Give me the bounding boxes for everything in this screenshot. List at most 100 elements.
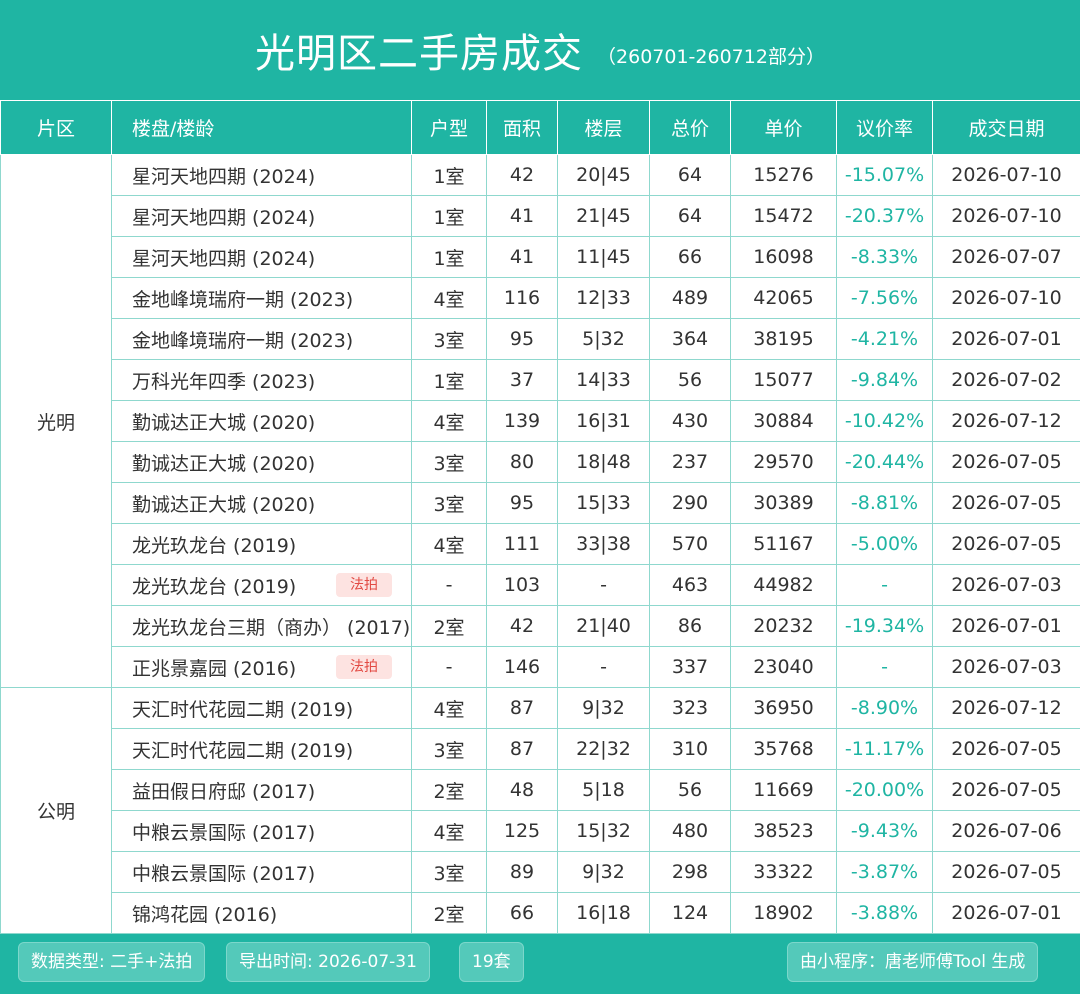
cell-estate: 龙光玖龙台 (2019) 法拍	[111, 564, 412, 606]
cell-area: 103	[486, 564, 558, 606]
column-header-deal-date: 成交日期	[932, 100, 1080, 155]
cell-unit-price: 15276	[730, 154, 837, 196]
cell-bargain-rate: -5.00%	[836, 523, 933, 565]
cell-floor: 9|32	[557, 687, 650, 729]
cell-deal-date: 2026-07-12	[932, 687, 1080, 729]
estate-name: 金地峰境瑞府一期 (2023)	[132, 288, 354, 311]
cell-estate: 龙光玖龙台三期（商办） (2017)	[111, 605, 412, 647]
cell-bargain-rate: -15.07%	[836, 154, 933, 196]
cell-type: 3室	[411, 728, 487, 770]
cell-floor: 14|33	[557, 359, 650, 401]
estate-name: 锦鸿花园 (2016)	[132, 903, 278, 926]
cell-estate: 金地峰境瑞府一期 (2023)	[111, 318, 412, 360]
cell-floor: 33|38	[557, 523, 650, 565]
cell-deal-date: 2026-07-06	[932, 810, 1080, 852]
cell-total-price: 290	[649, 482, 731, 524]
cell-bargain-rate: -9.84%	[836, 359, 933, 401]
cell-area: 42	[486, 605, 558, 647]
cell-bargain-rate: -19.34%	[836, 605, 933, 647]
cell-floor: 12|33	[557, 277, 650, 319]
cell-unit-price: 38195	[730, 318, 837, 360]
cell-floor: 18|48	[557, 441, 650, 483]
cell-unit-price: 20232	[730, 605, 837, 647]
cell-bargain-rate: -20.00%	[836, 769, 933, 811]
column-header-area: 面积	[486, 100, 558, 155]
cell-area: 146	[486, 646, 558, 688]
cell-estate: 勤诚达正大城 (2020)	[111, 441, 412, 483]
cell-estate: 勤诚达正大城 (2020)	[111, 482, 412, 524]
table-row: 勤诚达正大城 (2020) 3室 80 18|48 237 29570 -20.44% 202…	[1, 441, 1080, 483]
table-row: 益田假日府邸 (2017) 2室 48 5|18 56 11669 -20.00% 2026-…	[1, 769, 1080, 811]
cell-type: -	[411, 646, 487, 688]
cell-type: 1室	[411, 236, 487, 278]
cell-floor: 20|45	[557, 154, 650, 196]
cell-total-price: 323	[649, 687, 731, 729]
cell-type: 1室	[411, 154, 487, 196]
generated-by-pill: 由小程序：唐老师傅Tool 生成	[787, 942, 1039, 982]
cell-estate: 天汇时代花园二期 (2019)	[111, 687, 412, 729]
cell-area: 89	[486, 851, 558, 893]
cell-deal-date: 2026-07-02	[932, 359, 1080, 401]
table-row: 天汇时代花园二期 (2019) 3室 87 22|32 310 35768 -11.17% 2…	[1, 728, 1080, 770]
cell-unit-price: 33322	[730, 851, 837, 893]
cell-total-price: 570	[649, 523, 731, 565]
auction-badge: 法拍	[336, 573, 392, 597]
cell-area: 42	[486, 154, 558, 196]
cell-unit-price: 42065	[730, 277, 837, 319]
cell-floor: 21|45	[557, 195, 650, 237]
cell-unit-price: 15472	[730, 195, 837, 237]
cell-floor: 9|32	[557, 851, 650, 893]
cell-floor: 16|31	[557, 400, 650, 442]
cell-deal-date: 2026-07-05	[932, 851, 1080, 893]
estate-name: 勤诚达正大城 (2020)	[132, 452, 316, 475]
cell-total-price: 66	[649, 236, 731, 278]
cell-bargain-rate: -4.21%	[836, 318, 933, 360]
cell-total-price: 64	[649, 154, 731, 196]
count-pill: 19套	[459, 942, 524, 982]
page-title: 光明区二手房成交	[255, 31, 584, 77]
estate-name: 勤诚达正大城 (2020)	[132, 411, 316, 434]
table-row: 星河天地四期 (2024) 1室 41 11|45 66 16098 -8.33% 2026-…	[1, 236, 1080, 278]
cell-total-price: 364	[649, 318, 731, 360]
estate-name: 龙光玖龙台 (2019)	[132, 534, 297, 557]
cell-unit-price: 11669	[730, 769, 837, 811]
cell-total-price: 463	[649, 564, 731, 606]
cell-estate: 锦鸿花园 (2016)	[111, 892, 412, 934]
estate-name: 天汇时代花园二期 (2019)	[132, 739, 354, 762]
estate-name: 星河天地四期 (2024)	[132, 206, 316, 229]
estate-name: 龙光玖龙台 (2019)	[132, 575, 297, 598]
table-row: 龙光玖龙台三期（商办） (2017) 2室 42 21|40 86 20232 -19.34…	[1, 605, 1080, 647]
cell-bargain-rate: -11.17%	[836, 728, 933, 770]
cell-deal-date: 2026-07-01	[932, 318, 1080, 360]
cell-total-price: 489	[649, 277, 731, 319]
cell-total-price: 237	[649, 441, 731, 483]
cell-floor: 15|33	[557, 482, 650, 524]
table-row: 中粮云景国际 (2017) 3室 89 9|32 298 33322 -3.87% 2026-…	[1, 851, 1080, 893]
cell-unit-price: 16098	[730, 236, 837, 278]
cell-floor: 11|45	[557, 236, 650, 278]
cell-deal-date: 2026-07-03	[932, 564, 1080, 606]
cell-deal-date: 2026-07-10	[932, 154, 1080, 196]
cell-bargain-rate: -	[836, 564, 933, 606]
cell-type: 4室	[411, 277, 487, 319]
cell-area: 116	[486, 277, 558, 319]
cell-deal-date: 2026-07-01	[932, 892, 1080, 934]
cell-total-price: 56	[649, 359, 731, 401]
cell-estate: 天汇时代花园二期 (2019)	[111, 728, 412, 770]
cell-estate: 勤诚达正大城 (2020)	[111, 400, 412, 442]
cell-deal-date: 2026-07-10	[932, 195, 1080, 237]
cell-deal-date: 2026-07-07	[932, 236, 1080, 278]
cell-unit-price: 44982	[730, 564, 837, 606]
column-header-floor: 楼层	[557, 100, 650, 155]
cell-floor: 21|40	[557, 605, 650, 647]
cell-estate: 正兆景嘉园 (2016) 法拍	[111, 646, 412, 688]
table-row: 中粮云景国际 (2017) 4室 125 15|32 480 38523 -9.43% 202…	[1, 810, 1080, 852]
cell-deal-date: 2026-07-01	[932, 605, 1080, 647]
cell-region: 公明	[0, 687, 112, 934]
cell-floor: -	[557, 564, 650, 606]
cell-bargain-rate: -9.43%	[836, 810, 933, 852]
cell-area: 139	[486, 400, 558, 442]
cell-deal-date: 2026-07-05	[932, 728, 1080, 770]
estate-name: 勤诚达正大城 (2020)	[132, 493, 316, 516]
cell-total-price: 298	[649, 851, 731, 893]
